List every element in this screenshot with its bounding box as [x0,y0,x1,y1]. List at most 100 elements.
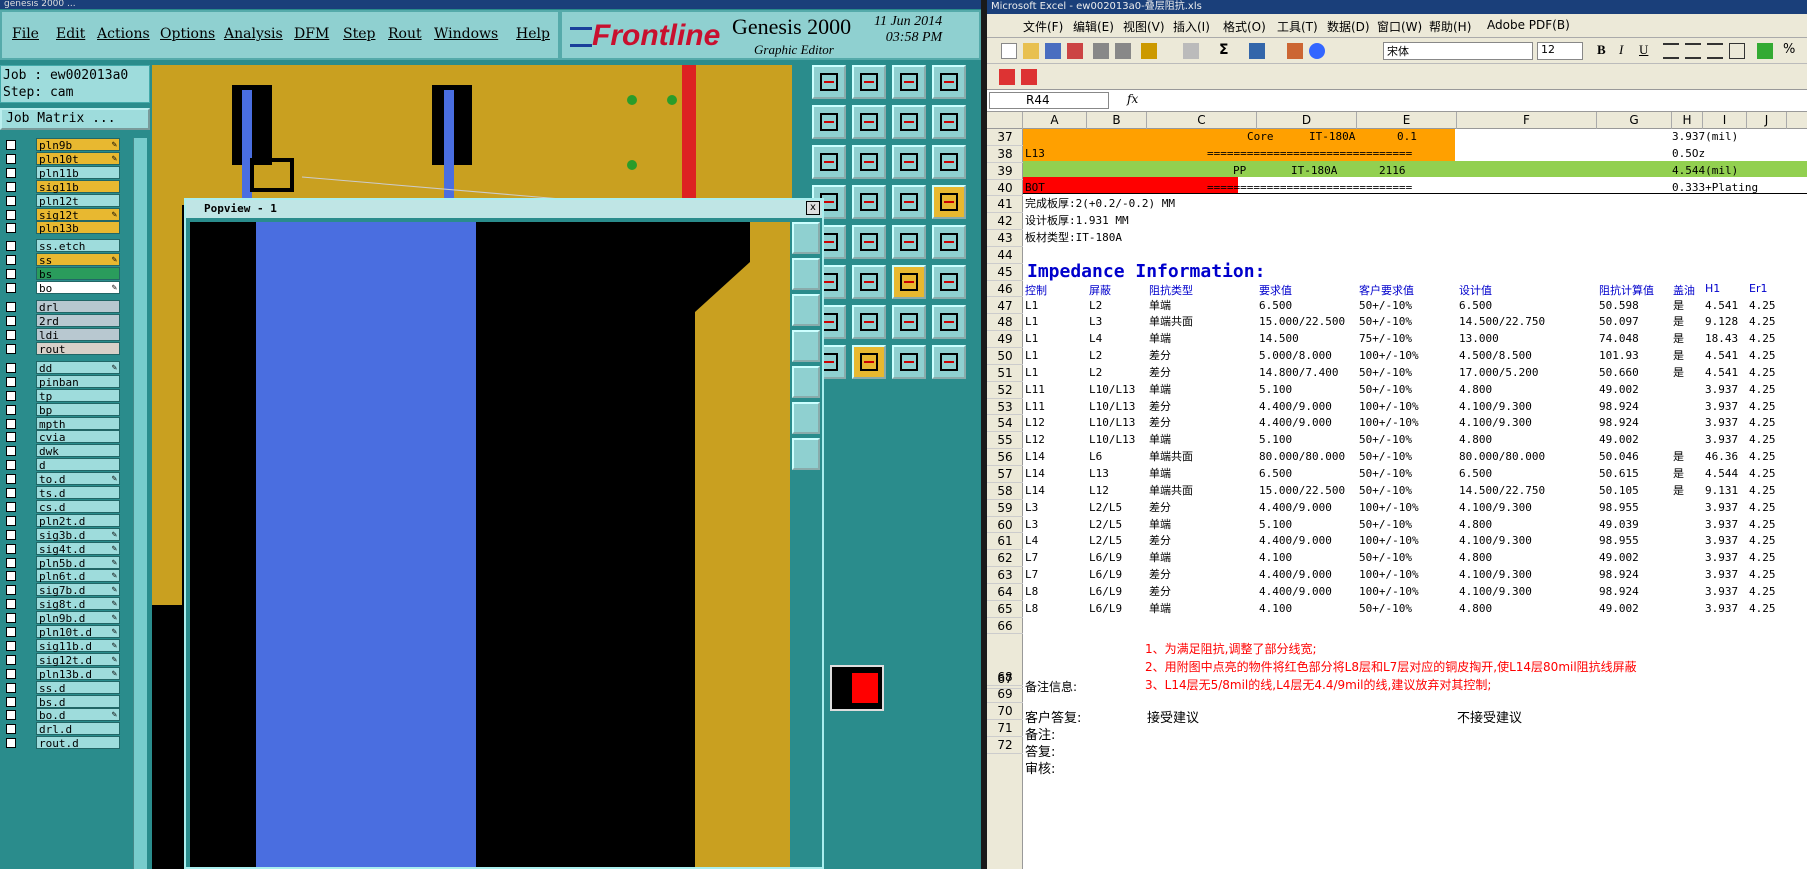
impedance-cell[interactable]: 是 [1673,299,1684,313]
menu-rout[interactable]: Rout [388,26,422,42]
layer-checkbox[interactable] [6,329,16,340]
layer-name[interactable]: ldi [36,327,120,342]
impedance-cell[interactable]: L2 [1089,366,1102,380]
impedance-cell[interactable]: 单端共面 [1149,450,1193,464]
xmenu-view[interactable]: 视图(V) [1123,18,1165,35]
accept-option[interactable]: 接受建议 [1147,707,1199,726]
stack-value[interactable]: 3.937(mil) [1672,130,1738,144]
info-text[interactable]: 板材类型:IT-180A [1025,231,1122,245]
row-header[interactable]: 62 [987,550,1023,568]
column-header[interactable]: C [1147,112,1257,129]
layer-checkbox[interactable] [6,209,16,220]
layer-name[interactable]: ss.etch [36,238,120,253]
convert-pdf-icon[interactable] [999,69,1015,85]
impedance-cell[interactable]: 50+/-10% [1359,518,1412,532]
impedance-cell[interactable]: 4.25 [1749,299,1776,313]
popview-tool-icon[interactable] [792,366,820,398]
column-header[interactable]: I [1703,112,1747,129]
menu-actions[interactable]: Actions [97,26,150,42]
row-header[interactable]: 39 [987,163,1023,180]
tool-home-icon[interactable] [892,65,926,99]
layer-checkbox[interactable] [6,376,16,387]
layer-checkbox[interactable] [6,223,16,234]
impedance-cell[interactable]: L7 [1025,568,1038,582]
impedance-cell[interactable]: 101.93 [1599,349,1639,363]
font-name-select[interactable]: 宋体 [1383,42,1533,60]
impedance-cell[interactable]: L2/L5 [1089,534,1122,548]
layer-checkbox[interactable] [6,654,16,665]
layer-row[interactable]: pln5b.d ✎ [2,555,120,570]
layer-checkbox[interactable] [6,181,16,192]
impedance-cell[interactable]: 50.660 [1599,366,1639,380]
impedance-cell[interactable]: 4.500/8.500 [1459,349,1532,363]
impedance-cell[interactable]: 98.924 [1599,568,1639,582]
layer-name[interactable]: ts.d [36,486,120,500]
layer-row[interactable]: 2rd [2,313,120,328]
popview-tool-icon[interactable] [792,258,820,290]
impedance-cell[interactable]: L11 [1025,383,1045,397]
impedance-cell[interactable]: 4.25 [1749,568,1776,582]
tool-1to1-icon[interactable] [892,145,926,179]
paste-icon[interactable] [1141,43,1157,59]
tool-layer-down-icon[interactable] [852,65,886,99]
tool-rotate-icon[interactable] [932,225,966,259]
layer-name[interactable]: mpth [36,416,120,431]
layer-checkbox[interactable] [6,710,16,721]
tool-copy-icon[interactable] [892,225,926,259]
layer-name[interactable]: pln10t.d ✎ [36,625,120,639]
layer-name[interactable]: pln13b.d ✎ [36,666,120,681]
layer-checkbox[interactable] [6,529,16,540]
layer-name[interactable]: sig3b.d ✎ [36,527,120,542]
preview-icon[interactable] [1115,43,1131,59]
impedance-cell[interactable]: 3.937 [1705,400,1738,414]
stack-value[interactable]: 4.544(mil) [1672,164,1738,178]
impedance-cell[interactable]: 18.43 [1705,332,1738,346]
row-header[interactable]: 41 [987,196,1023,214]
impedance-title[interactable]: Impedance Information: [1027,261,1265,282]
job-matrix-button[interactable]: Job Matrix ... [0,108,150,130]
impedance-cell[interactable]: 50+/-10% [1359,315,1412,329]
fx-icon[interactable]: fx [1127,92,1138,106]
layer-row[interactable]: sig11b.d ✎ [2,638,120,653]
layer-checkbox[interactable] [6,301,16,312]
popview-close-button[interactable]: x [806,201,820,215]
layer-checkbox[interactable] [6,315,16,326]
impedance-cell[interactable]: 100+/-10% [1359,416,1419,430]
impedance-cell[interactable]: L12 [1025,416,1045,430]
tool-snap-icon[interactable] [852,185,886,219]
impedance-cell[interactable]: 49.039 [1599,518,1639,532]
impedance-cell[interactable]: L13 [1089,467,1109,481]
menu-options[interactable]: Options [160,26,215,42]
layer-name[interactable]: dd ✎ [36,360,120,375]
layer-checkbox[interactable] [6,640,16,651]
impedance-cell[interactable]: 4.25 [1749,366,1776,380]
impedance-cell[interactable]: 4.400/9.000 [1259,400,1332,414]
row-header[interactable]: 70 [987,703,1023,720]
impedance-cell[interactable]: 4.100/9.300 [1459,534,1532,548]
impedance-cell[interactable]: 4.100 [1259,602,1292,616]
tool-pointer-b-icon[interactable] [852,345,886,379]
layer-name[interactable]: pln11b [36,165,120,180]
xmenu-edit[interactable]: 编辑(E) [1073,18,1114,35]
layer-name[interactable]: drl [36,299,120,314]
impedance-cell[interactable]: 4.25 [1749,450,1776,464]
impedance-cell[interactable]: 4.541 [1705,299,1738,313]
row-header[interactable]: 57 [987,466,1023,483]
row-header[interactable]: 46 [987,281,1023,298]
impedance-cell[interactable]: 4.100/9.300 [1459,568,1532,582]
impedance-cell[interactable]: 4.25 [1749,484,1776,498]
layer-name[interactable]: to.d ✎ [36,472,120,486]
impedance-cell[interactable]: 98.924 [1599,585,1639,599]
row-header[interactable]: 50 [987,348,1023,365]
stack-layer[interactable]: L13 [1025,147,1045,161]
impedance-cell[interactable]: 单端 [1149,467,1171,481]
impedance-cell[interactable]: L3 [1025,518,1038,532]
layer-name[interactable]: 2rd [36,313,120,328]
column-header[interactable]: H [1672,112,1703,129]
impedance-cell[interactable]: 17.000/5.200 [1459,366,1538,380]
layer-row[interactable]: sig7b.d ✎ [2,583,120,597]
percent-icon[interactable]: % [1783,42,1795,57]
row-header[interactable]: 68 [987,669,1023,687]
impedance-cell[interactable]: 80.000/80.000 [1459,450,1545,464]
impedance-cell[interactable]: L14 [1025,484,1045,498]
